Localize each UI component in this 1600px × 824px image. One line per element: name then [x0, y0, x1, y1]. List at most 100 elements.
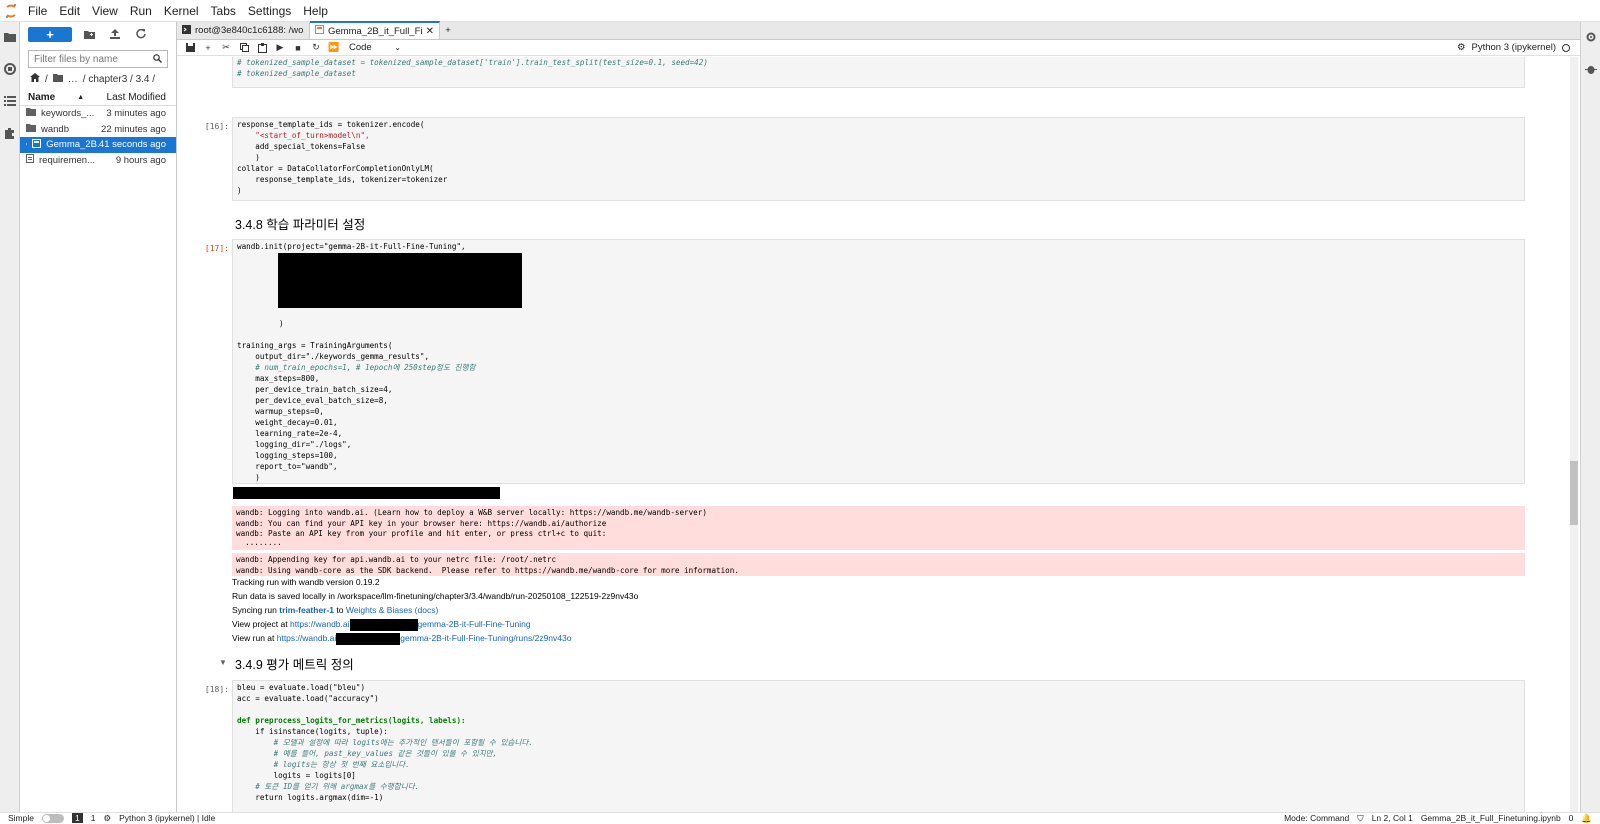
home-icon[interactable] — [30, 73, 40, 85]
menu-tabs[interactable]: Tabs — [205, 0, 242, 22]
refresh-icon[interactable] — [132, 27, 150, 42]
menu-kernel[interactable]: Kernel — [158, 0, 205, 22]
file-name-cell: requiremen... — [26, 154, 116, 166]
kernel-info: ⚙ Python 3 (ipykernel) — [1457, 42, 1580, 53]
folder-icon[interactable] — [3, 30, 17, 44]
file-modified: 22 minutes ago — [101, 123, 166, 135]
run-icon[interactable]: ▶ — [271, 40, 289, 56]
run-link-tail[interactable]: gemma-2B-it-Full-Fine-Tuning/runs/2z9nv4… — [400, 633, 571, 643]
close-icon[interactable]: ✕ — [426, 26, 434, 37]
code-line: bleu = evaluate.load("bleu") — [237, 683, 366, 692]
output-rundata: Run data is saved locally in /workspace/… — [232, 591, 639, 601]
redacted-inline — [349, 618, 418, 631]
simple-mode-label: Simple — [8, 813, 34, 823]
stderr-output: wandb: Appending key for api.wandb.ai to… — [232, 553, 1525, 576]
run-link[interactable]: https://wandb.ai — [277, 633, 337, 643]
output-run: View run at https://wandb.ai gemma-2B-it-… — [232, 631, 571, 645]
terminal-count-badge[interactable]: 1 — [71, 813, 83, 823]
kernel-status-idle-icon — [1562, 43, 1570, 52]
code-cell-16[interactable]: response_template_ids = tokenizer.encode… — [232, 117, 1525, 201]
menu-view[interactable]: View — [86, 0, 124, 22]
settings-gear-icon[interactable]: ⚙ — [103, 813, 111, 824]
copy-icon[interactable] — [235, 40, 253, 56]
syncing-prefix: Syncing run — [232, 605, 280, 615]
run-name-link[interactable]: trim-feather-1 — [279, 605, 334, 615]
running-kernels-icon[interactable] — [3, 62, 17, 76]
file-row-gemma-notebook[interactable]: ● Gemma_2B... 41 seconds ago — [20, 137, 176, 153]
folder-icon — [26, 123, 36, 135]
kernel-count[interactable]: 1 — [91, 813, 96, 823]
file-row-requirements[interactable]: requiremen... 9 hours ago — [20, 153, 176, 169]
file-browser-toolbar: + — [20, 22, 176, 46]
tab-notebook[interactable]: Gemma_2B_it_Full_Finetunin ✕ — [310, 21, 440, 39]
file-name-cell: ● Gemma_2B... — [26, 138, 99, 151]
code-cell-15[interactable]: # tokenized_sample_dataset = tokenized_s… — [232, 57, 1525, 88]
code-line: response_template_ids, tokenizer=tokeniz… — [237, 175, 448, 184]
fast-forward-icon[interactable]: ⏩ — [325, 40, 343, 56]
breadcrumb-path[interactable]: / chapter3 / 3.4 / — [83, 74, 155, 85]
project-link[interactable]: https://wandb.ai — [290, 619, 350, 629]
table-of-contents-icon[interactable] — [3, 94, 17, 108]
new-folder-icon[interactable] — [80, 27, 98, 42]
restart-icon[interactable]: ↻ — [307, 40, 325, 56]
text-file-icon — [26, 154, 34, 166]
scrollbar-thumb[interactable] — [1570, 461, 1578, 525]
trusted-shield-icon[interactable]: ⛉ — [1357, 813, 1363, 824]
notebook-icon — [315, 25, 324, 37]
folder-icon — [26, 108, 36, 119]
upload-icon[interactable] — [106, 27, 124, 42]
code-line: ) — [237, 153, 260, 162]
code-line: # logits는 항상 첫 번째 요소입니다. — [237, 760, 410, 769]
file-row-wandb[interactable]: wandb 22 minutes ago — [20, 122, 176, 138]
column-name-header[interactable]: Name ▲ — [28, 92, 107, 103]
extensions-icon[interactable] — [3, 126, 17, 140]
save-icon[interactable] — [181, 40, 199, 56]
cursor-position[interactable]: Ln 2, Col 1 — [1372, 813, 1413, 823]
notebook-scrollbar[interactable] — [1570, 57, 1578, 812]
gear-icon[interactable]: ⚙ — [1457, 42, 1466, 53]
tab-terminal[interactable]: root@3e840c1c6188: /work — [177, 22, 310, 39]
cell-type-select[interactable]: Code ⌄ — [349, 42, 401, 53]
file-filter-input[interactable] — [34, 53, 144, 65]
tab-label: root@3e840c1c6188: /work — [195, 25, 304, 36]
breadcrumb-ellipsis[interactable]: … — [68, 74, 78, 85]
stderr-output: wandb: Logging into wandb.ai. (Learn how… — [232, 506, 1525, 550]
code-cell-18[interactable]: bleu = evaluate.load("bleu") acc = evalu… — [232, 680, 1525, 812]
simple-mode-toggle[interactable] — [41, 813, 64, 823]
paste-icon[interactable] — [253, 40, 271, 56]
debugger-bug-icon[interactable] — [1584, 62, 1598, 76]
notebook-toolbar: + ✂ ▶ ■ ↻ ⏩ Code ⌄ ⚙ Python 3 (ipykernel… — [177, 40, 1580, 56]
status-bar: Simple 1 1 ⚙ Python 3 (ipykernel) | Idle… — [0, 812, 1600, 823]
insert-cell-icon[interactable]: + — [199, 40, 217, 56]
menu-edit[interactable]: Edit — [53, 0, 86, 22]
new-launcher-button[interactable]: + — [28, 26, 72, 42]
notebook-panel: # tokenized_sample_dataset = tokenized_s… — [177, 57, 1535, 812]
kernel-name[interactable]: Python 3 (ipykernel) — [1472, 42, 1556, 53]
file-modified: 3 minutes ago — [106, 108, 166, 120]
code-line: return logits.argmax(dim=-1) — [237, 793, 384, 802]
bell-icon[interactable]: 🔔 — [1581, 813, 1592, 824]
running-dot-icon: ● — [26, 141, 27, 148]
code-line: # 모델과 설정에 따라 logits에는 추가적인 텐서들이 포함될 수 있습… — [237, 738, 533, 747]
project-link-tail[interactable]: gemma-2B-it-Full-Fine-Tuning — [418, 619, 531, 629]
stop-icon[interactable]: ■ — [289, 40, 307, 56]
notification-count[interactable]: 0 — [1569, 813, 1574, 823]
property-inspector-gear-icon[interactable] — [1584, 30, 1598, 44]
stderr-line: wandb: Paste an API key from your profil… — [236, 529, 607, 538]
cell-prompt: [16]: — [204, 122, 229, 131]
markdown-heading: 3.4.9 평가 메트릭 정의 — [235, 658, 354, 672]
menu-settings[interactable]: Settings — [242, 0, 297, 22]
kernel-status[interactable]: Python 3 (ipykernel) | Idle — [119, 813, 215, 823]
breadcrumb-root[interactable]: / — [45, 74, 48, 85]
menu-file[interactable]: File — [22, 0, 53, 22]
menu-run[interactable]: Run — [124, 0, 158, 22]
new-tab-icon[interactable]: + — [440, 22, 456, 39]
collapse-chevron-icon[interactable]: ▼ — [219, 658, 227, 667]
code-line: per_device_eval_batch_size=8, — [237, 396, 388, 405]
wandb-docs-link[interactable]: Weights & Biases (docs) — [346, 605, 438, 615]
file-row-keywords[interactable]: keywords_... 3 minutes ago — [20, 106, 176, 122]
cut-icon[interactable]: ✂ — [217, 40, 235, 56]
column-modified-header[interactable]: Last Modified — [107, 92, 166, 103]
code-line: if isinstance(logits, tuple): — [237, 727, 388, 736]
menu-help[interactable]: Help — [297, 0, 334, 22]
